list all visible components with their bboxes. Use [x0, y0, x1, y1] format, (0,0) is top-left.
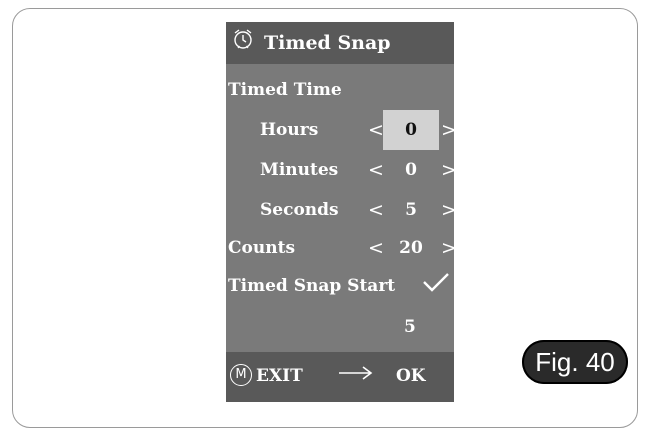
- figure-label: Fig. 40: [522, 340, 628, 384]
- right-arrow-icon: [339, 366, 373, 380]
- minutes-decrement-arrow[interactable]: <: [368, 159, 384, 181]
- counts-value[interactable]: 20: [383, 228, 439, 268]
- counts-increment-arrow[interactable]: >: [441, 237, 454, 259]
- menu-footer-bar: M EXIT OK: [226, 352, 454, 402]
- hours-label: Hours: [260, 120, 319, 140]
- hours-decrement-arrow[interactable]: <: [368, 119, 384, 141]
- remaining-count: 5: [404, 317, 416, 337]
- seconds-value[interactable]: 5: [383, 190, 439, 230]
- minutes-value[interactable]: 0: [383, 150, 439, 190]
- hours-value[interactable]: 0: [383, 110, 439, 150]
- minutes-increment-arrow[interactable]: >: [441, 159, 454, 181]
- checkmark-icon[interactable]: [422, 271, 450, 293]
- alarm-clock-icon: [234, 29, 252, 49]
- menu-title-bar: Timed Snap: [226, 22, 454, 64]
- exit-label[interactable]: EXIT: [256, 365, 303, 387]
- counts-decrement-arrow[interactable]: <: [368, 237, 384, 259]
- section-title-timed-time: Timed Time: [228, 80, 342, 100]
- seconds-label: Seconds: [260, 200, 339, 220]
- counts-label: Counts: [228, 238, 296, 258]
- timed-snap-start-label[interactable]: Timed Snap Start: [228, 275, 395, 297]
- menu-title: Timed Snap: [264, 32, 391, 54]
- ok-label[interactable]: OK: [396, 365, 426, 387]
- minutes-label: Minutes: [260, 160, 339, 180]
- timed-snap-menu: Timed Snap Timed Time Hours < 0 > Minute…: [226, 22, 454, 402]
- menu-key-icon[interactable]: M: [230, 364, 252, 386]
- hours-increment-arrow[interactable]: >: [441, 119, 454, 141]
- seconds-decrement-arrow[interactable]: <: [368, 199, 384, 221]
- seconds-increment-arrow[interactable]: >: [441, 199, 454, 221]
